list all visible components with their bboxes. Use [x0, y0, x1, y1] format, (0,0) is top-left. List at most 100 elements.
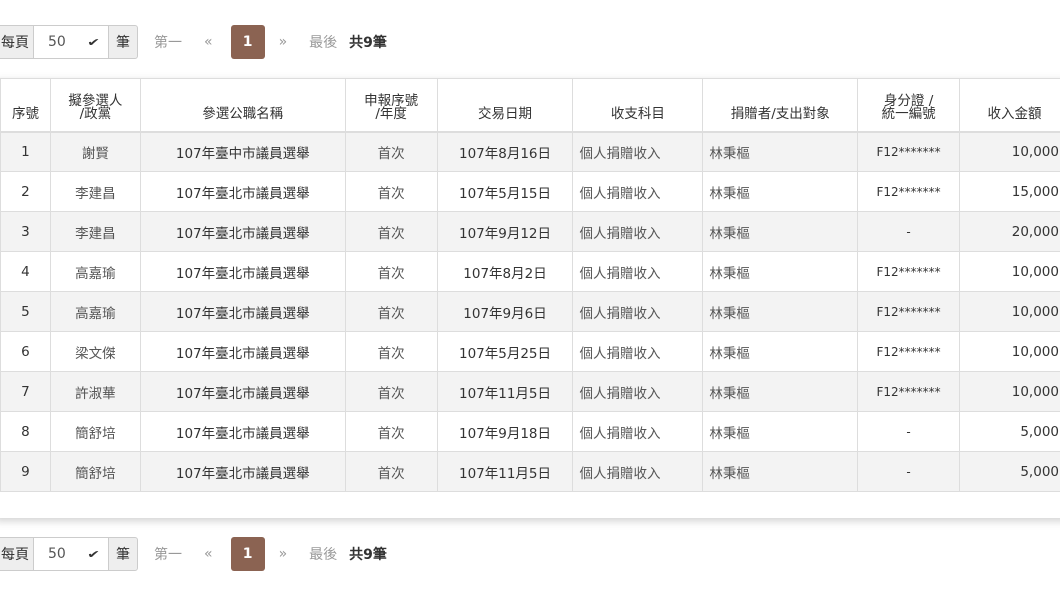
cell-amount: 20,000 — [959, 211, 1060, 252]
cell-no: 7 — [0, 371, 51, 412]
col-header-candidate[interactable]: 擬參選人/政黨 — [49, 78, 141, 133]
cell-report: 首次 — [344, 451, 438, 492]
per-page-value: 50 — [48, 546, 66, 562]
cell-amount: 15,000 — [959, 171, 1060, 212]
cell-donor: 林秉樞 — [702, 251, 859, 292]
cell-no: 4 — [0, 251, 51, 292]
col-header-donor[interactable]: 捐贈者/支出對象 — [702, 78, 859, 133]
cell-no: 5 — [0, 291, 51, 332]
per-page-unit: 筆 — [108, 25, 138, 59]
col-header-amount[interactable]: 收入金額 — [959, 78, 1060, 133]
cell-report: 首次 — [344, 371, 438, 412]
cell-category: 個人捐贈收入 — [572, 411, 704, 452]
cell-category: 個人捐贈收入 — [572, 371, 704, 412]
cell-donor: 林秉樞 — [702, 211, 859, 252]
cell-amount: 5,000 — [959, 411, 1060, 452]
page-1-button[interactable]: 1 — [230, 25, 265, 59]
next-page-link[interactable]: » — [279, 34, 288, 50]
prev-page-link[interactable]: « — [204, 34, 213, 50]
cell-id: F12******* — [857, 331, 961, 372]
cell-date: 107年8月16日 — [436, 131, 574, 172]
cell-office: 107年臺北市議員選舉 — [139, 411, 346, 452]
cell-donor: 林秉樞 — [702, 331, 859, 372]
table-row: 7 許淑華 107年臺北市議員選舉 首次 107年11月5日 個人捐贈收入 林秉樞 F12**… — [0, 371, 1060, 412]
cell-id: - — [857, 411, 961, 452]
col-header-no[interactable]: 序號 — [0, 78, 51, 133]
cell-report: 首次 — [344, 331, 438, 372]
pager-top: 每頁 50 ✔ 筆 第一 « 1 » 最後 共9筆 — [0, 24, 387, 60]
first-page-link[interactable]: 第一 — [154, 544, 182, 564]
cell-report: 首次 — [344, 171, 438, 212]
cell-candidate: 高嘉瑜 — [49, 291, 141, 332]
cell-office: 107年臺北市議員選舉 — [139, 371, 346, 412]
cell-candidate: 簡舒培 — [49, 411, 141, 452]
cell-category: 個人捐贈收入 — [572, 251, 704, 292]
table-row: 1 謝賢 107年臺中市議員選舉 首次 107年8月16日 個人捐贈收入 林秉樞 F12***… — [0, 131, 1060, 172]
cell-amount: 10,000 — [959, 371, 1060, 412]
cell-candidate: 謝賢 — [49, 131, 141, 172]
cell-amount: 5,000 — [959, 451, 1060, 492]
cell-report: 首次 — [344, 211, 438, 252]
cell-amount: 10,000 — [959, 331, 1060, 372]
chevron-down-icon: ✔ — [86, 547, 100, 561]
per-page-label: 每頁 — [0, 25, 34, 59]
cell-office: 107年臺北市議員選舉 — [139, 451, 346, 492]
per-page-select[interactable]: 50 ✔ — [34, 25, 108, 59]
cell-report: 首次 — [344, 411, 438, 452]
cell-category: 個人捐贈收入 — [572, 451, 704, 492]
cell-id: - — [857, 451, 961, 492]
cell-office: 107年臺北市議員選舉 — [139, 251, 346, 292]
cell-donor: 林秉樞 — [702, 411, 859, 452]
cell-report: 首次 — [344, 291, 438, 332]
cell-category: 個人捐贈收入 — [572, 211, 704, 252]
cell-category: 個人捐贈收入 — [572, 171, 704, 212]
cell-date: 107年5月25日 — [436, 331, 574, 372]
pager-bottom: 每頁 50 ✔ 筆 第一 « 1 » 最後 共9筆 — [0, 536, 387, 572]
last-page-link[interactable]: 最後 — [309, 32, 337, 52]
results-card: 序號 擬參選人/政黨 參選公職名稱 申報序號/年度 交易日期 收支科目 捐贈者/… — [0, 78, 1060, 518]
cell-id: F12******* — [857, 251, 961, 292]
cell-date: 107年9月18日 — [436, 411, 574, 452]
first-page-link[interactable]: 第一 — [154, 32, 182, 52]
last-page-link[interactable]: 最後 — [309, 544, 337, 564]
col-header-date[interactable]: 交易日期 — [436, 78, 574, 133]
cell-report: 首次 — [344, 251, 438, 292]
cell-id: F12******* — [857, 131, 961, 172]
cell-date: 107年9月12日 — [436, 211, 574, 252]
cell-date: 107年11月5日 — [436, 451, 574, 492]
cell-no: 9 — [0, 451, 51, 492]
donations-table: 序號 擬參選人/政黨 參選公職名稱 申報序號/年度 交易日期 收支科目 捐贈者/… — [0, 78, 1060, 492]
col-header-category[interactable]: 收支科目 — [572, 78, 704, 133]
cell-office: 107年臺中市議員選舉 — [139, 131, 346, 172]
cell-donor: 林秉樞 — [702, 291, 859, 332]
col-header-id[interactable]: 身分證 / 統一編號 — [857, 78, 961, 133]
col-header-report[interactable]: 申報序號/年度 — [344, 78, 438, 133]
cell-candidate: 簡舒培 — [49, 451, 141, 492]
total-count: 共9筆 — [349, 35, 387, 51]
cell-amount: 10,000 — [959, 131, 1060, 172]
table-row: 4 高嘉瑜 107年臺北市議員選舉 首次 107年8月2日 個人捐贈收入 林秉樞 F12***… — [0, 251, 1060, 292]
table-row: 9 簡舒培 107年臺北市議員選舉 首次 107年11月5日 個人捐贈收入 林秉樞 -5,00… — [0, 451, 1060, 492]
cell-donor: 林秉樞 — [702, 451, 859, 492]
next-page-link[interactable]: » — [279, 546, 288, 562]
per-page-select[interactable]: 50 ✔ — [34, 537, 108, 571]
prev-page-link[interactable]: « — [204, 546, 213, 562]
cell-candidate: 許淑華 — [49, 371, 141, 412]
cell-date: 107年9月6日 — [436, 291, 574, 332]
cell-category: 個人捐贈收入 — [572, 291, 704, 332]
table-row: 5 高嘉瑜 107年臺北市議員選舉 首次 107年9月6日 個人捐贈收入 林秉樞 F12***… — [0, 291, 1060, 332]
page-1-button[interactable]: 1 — [230, 537, 265, 571]
cell-no: 1 — [0, 131, 51, 172]
cell-no: 6 — [0, 331, 51, 372]
cell-candidate: 李建昌 — [49, 171, 141, 212]
cell-office: 107年臺北市議員選舉 — [139, 211, 346, 252]
cell-no: 3 — [0, 211, 51, 252]
col-header-office[interactable]: 參選公職名稱 — [139, 78, 346, 133]
cell-candidate: 李建昌 — [49, 211, 141, 252]
table-row: 8 簡舒培 107年臺北市議員選舉 首次 107年9月18日 個人捐贈收入 林秉樞 -5,00… — [0, 411, 1060, 452]
cell-amount: 10,000 — [959, 251, 1060, 292]
total-count: 共9筆 — [349, 547, 387, 563]
cell-no: 2 — [0, 171, 51, 212]
cell-id: F12******* — [857, 171, 961, 212]
cell-office: 107年臺北市議員選舉 — [139, 291, 346, 332]
